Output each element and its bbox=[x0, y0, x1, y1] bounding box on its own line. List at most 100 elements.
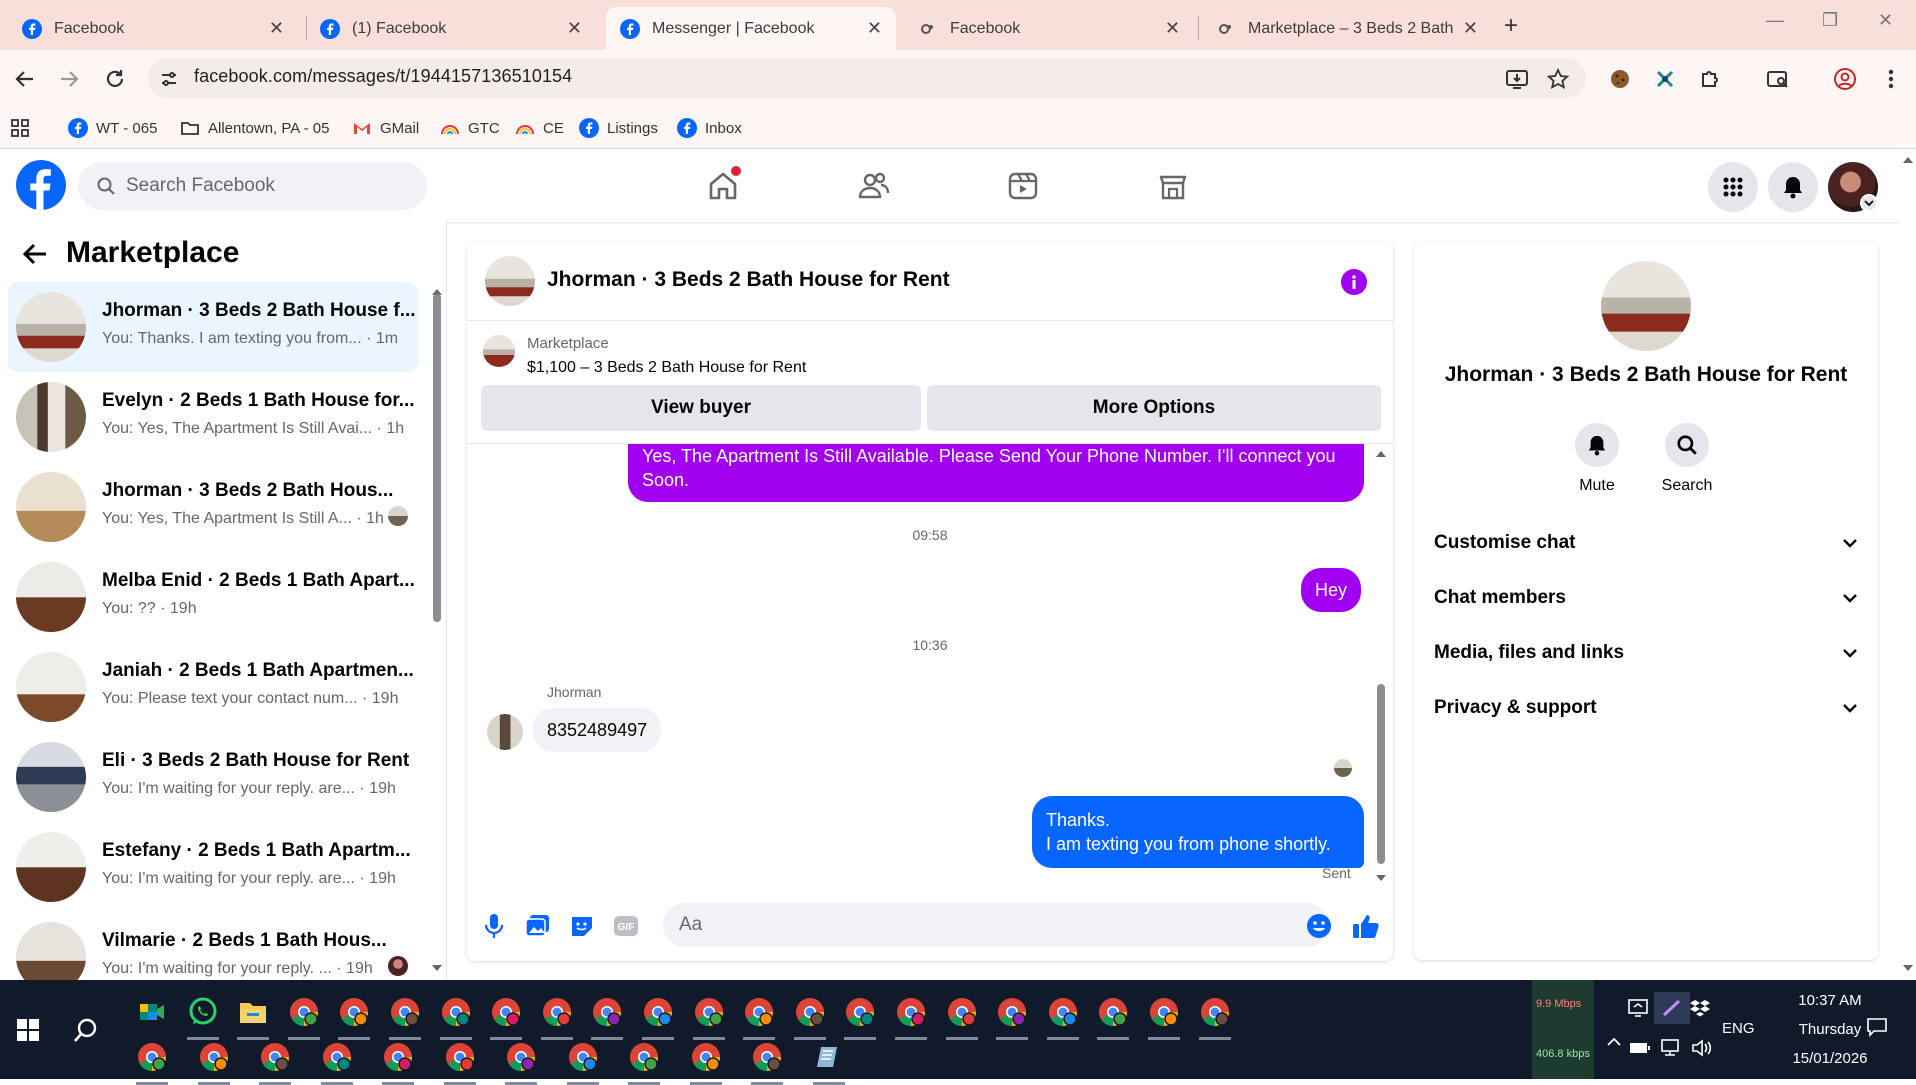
back-arrow-icon[interactable] bbox=[22, 242, 48, 266]
chrome-icon[interactable] bbox=[440, 1037, 480, 1085]
bookmark-gtc[interactable]: GTC bbox=[440, 115, 500, 141]
photo-icon[interactable] bbox=[523, 911, 553, 941]
chrome-icon[interactable] bbox=[486, 992, 526, 1040]
conversation-item[interactable]: Melba Enid · 2 Beds 1 Bath Apart... You:… bbox=[8, 552, 418, 642]
nav-friends[interactable] bbox=[851, 164, 895, 208]
extensions-puzzle-icon[interactable] bbox=[1697, 66, 1723, 92]
notepad-icon[interactable] bbox=[809, 1037, 849, 1085]
windows-start-icon[interactable] bbox=[8, 1010, 48, 1050]
chrome-icon[interactable] bbox=[284, 992, 324, 1040]
chrome-icon[interactable] bbox=[334, 992, 374, 1040]
browser-tab-active[interactable]: Messenger | Facebook ✕ bbox=[606, 7, 896, 50]
clock-date[interactable]: 15/01/2026 bbox=[1774, 1050, 1886, 1067]
bookmark-folder-allentown[interactable]: Allentown, PA - 05 bbox=[180, 115, 329, 141]
incoming-message[interactable]: 8352489497 bbox=[533, 708, 662, 752]
chrome-icon[interactable] bbox=[747, 1037, 787, 1085]
browser-tab[interactable]: (1) Facebook ✕ bbox=[306, 7, 596, 50]
chrome-icon[interactable] bbox=[840, 992, 880, 1040]
network-icon[interactable] bbox=[1656, 1034, 1684, 1062]
conversation-item[interactable]: Evelyn · 2 Beds 1 Bath House for... You:… bbox=[8, 372, 418, 462]
chat-members-section[interactable]: Chat members bbox=[1434, 576, 1858, 620]
close-window-button[interactable]: ✕ bbox=[1878, 10, 1893, 31]
scroll-up-arrow-icon[interactable] bbox=[1375, 450, 1387, 458]
apps-grid-icon[interactable] bbox=[10, 115, 30, 141]
chrome-icon[interactable] bbox=[689, 992, 729, 1040]
install-app-icon[interactable] bbox=[1504, 66, 1530, 92]
scroll-down-arrow-icon[interactable] bbox=[1902, 964, 1914, 972]
conversation-item[interactable]: Jhorman · 3 Beds 2 Bath Hous... You: Yes… bbox=[8, 462, 418, 552]
chrome-icon[interactable] bbox=[194, 1037, 234, 1085]
chat-title[interactable]: Jhorman · 3 Beds 2 Bath House for Rent bbox=[547, 268, 950, 292]
message-input[interactable]: Aa bbox=[663, 903, 1328, 947]
scroll-down-arrow-icon[interactable] bbox=[1375, 874, 1387, 882]
search-facebook-input[interactable]: Search Facebook bbox=[78, 162, 427, 210]
remote-desktop-icon[interactable] bbox=[1620, 992, 1656, 1024]
close-tab-icon[interactable]: ✕ bbox=[1165, 18, 1180, 39]
nav-marketplace[interactable] bbox=[1151, 164, 1195, 208]
clock-time[interactable]: 10:37 AM bbox=[1774, 992, 1886, 1009]
bookmark-wt-065[interactable]: WT - 065 bbox=[68, 115, 157, 141]
chrome-icon[interactable] bbox=[624, 1037, 664, 1085]
menu-grid-button[interactable] bbox=[1708, 162, 1758, 212]
search-icon[interactable] bbox=[66, 1010, 106, 1050]
chrome-icon[interactable] bbox=[132, 1037, 172, 1085]
conversation-item[interactable]: Estefany · 2 Beds 1 Bath Apartm... You: … bbox=[8, 822, 418, 912]
tab-search-icon[interactable] bbox=[1765, 66, 1791, 92]
account-dropdown-icon[interactable] bbox=[1860, 194, 1878, 212]
chrome-icon[interactable] bbox=[790, 992, 830, 1040]
chrome-icon[interactable] bbox=[385, 992, 425, 1040]
chrome-icon[interactable] bbox=[501, 1037, 541, 1085]
scroll-down-arrow-icon[interactable] bbox=[431, 964, 443, 972]
conversation-item[interactable]: Vilmarie · 2 Beds 1 Bath Hous... You: I'… bbox=[8, 912, 418, 980]
chrome-icon[interactable] bbox=[317, 1037, 357, 1085]
chrome-icon[interactable] bbox=[378, 1037, 418, 1085]
emoji-icon[interactable] bbox=[1304, 911, 1334, 941]
chrome-icon[interactable] bbox=[891, 992, 931, 1040]
chrome-icon[interactable] bbox=[563, 1037, 603, 1085]
profile-icon[interactable] bbox=[1832, 66, 1858, 92]
chat-avatar[interactable] bbox=[485, 256, 535, 306]
menu-kebab-icon[interactable] bbox=[1878, 66, 1904, 92]
conversation-item[interactable]: Eli · 3 Beds 2 Bath House for Rent You: … bbox=[8, 732, 418, 822]
chrome-icon[interactable] bbox=[686, 1037, 726, 1085]
chevron-up-icon[interactable] bbox=[1602, 1030, 1626, 1054]
chrome-icon[interactable] bbox=[638, 992, 678, 1040]
restore-button[interactable]: ❐ bbox=[1822, 10, 1838, 31]
chrome-icon[interactable] bbox=[436, 992, 476, 1040]
notifications-button[interactable] bbox=[1768, 162, 1818, 212]
browser-tab[interactable]: Facebook ✕ bbox=[904, 7, 1194, 50]
info-icon[interactable] bbox=[1341, 269, 1367, 295]
details-avatar[interactable] bbox=[1601, 261, 1691, 351]
bookmark-star-icon[interactable] bbox=[1545, 66, 1571, 92]
sidebar-scrollbar[interactable] bbox=[433, 294, 441, 622]
chrome-icon[interactable] bbox=[1043, 992, 1083, 1040]
chrome-icon[interactable] bbox=[1144, 992, 1184, 1040]
more-options-button[interactable]: More Options bbox=[927, 385, 1381, 431]
cookie-extension-icon[interactable] bbox=[1607, 66, 1633, 92]
battery-icon[interactable] bbox=[1626, 1034, 1654, 1062]
back-button[interactable] bbox=[10, 64, 40, 94]
page-scrollbar[interactable] bbox=[1900, 150, 1916, 980]
language-indicator[interactable]: ENG bbox=[1722, 1020, 1755, 1037]
dropbox-icon[interactable] bbox=[1682, 992, 1718, 1024]
scroll-up-arrow-icon[interactable] bbox=[1902, 156, 1914, 164]
notification-center-icon[interactable] bbox=[1862, 1012, 1892, 1042]
customise-chat-section[interactable]: Customise chat bbox=[1434, 521, 1858, 565]
chrome-icon[interactable] bbox=[587, 992, 627, 1040]
bookmark-inbox[interactable]: Inbox bbox=[677, 115, 742, 141]
file-explorer-icon[interactable] bbox=[233, 992, 273, 1040]
privacy-support-section[interactable]: Privacy & support bbox=[1434, 686, 1858, 730]
close-tab-icon[interactable]: ✕ bbox=[269, 18, 284, 39]
extension-icon[interactable] bbox=[1652, 66, 1678, 92]
sticker-icon[interactable] bbox=[567, 911, 597, 941]
google-meet-icon[interactable] bbox=[132, 992, 172, 1032]
bookmark-ce[interactable]: CE bbox=[515, 115, 564, 141]
search-in-conversation-button[interactable]: Search bbox=[1647, 423, 1727, 495]
whatsapp-icon[interactable] bbox=[183, 992, 223, 1040]
volume-icon[interactable] bbox=[1688, 1034, 1716, 1062]
forward-button[interactable] bbox=[54, 64, 84, 94]
conversation-item[interactable]: Janiah · 2 Beds 1 Bath Apartmen... You: … bbox=[8, 642, 418, 732]
chrome-icon[interactable] bbox=[1195, 992, 1235, 1040]
outgoing-message[interactable]: Hey bbox=[1301, 568, 1362, 612]
nav-home[interactable] bbox=[701, 164, 745, 208]
